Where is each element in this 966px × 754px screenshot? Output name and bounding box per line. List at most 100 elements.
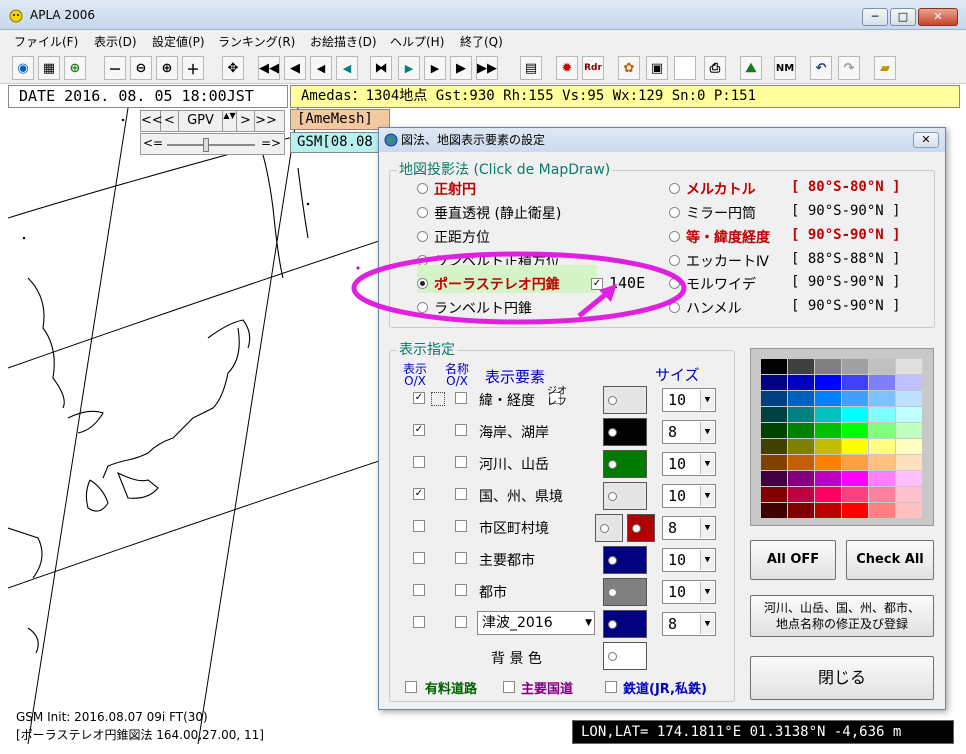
palette-color-cell[interactable] — [761, 375, 787, 390]
radar-button[interactable]: Rdr — [582, 56, 604, 80]
palette-color-cell[interactable] — [869, 503, 895, 518]
palette-color-cell[interactable] — [815, 391, 841, 406]
chevron-down-icon[interactable]: ▼ — [700, 454, 714, 474]
table-icon[interactable]: ▤ — [520, 56, 542, 80]
palette-color-cell[interactable] — [788, 375, 814, 390]
menu-settings[interactable]: 設定値(P) — [152, 33, 205, 50]
palette-color-cell[interactable] — [869, 471, 895, 486]
palette-color-cell[interactable] — [896, 407, 922, 422]
paint-palette-icon[interactable]: ✿ — [618, 56, 640, 80]
redo-icon[interactable]: ↷ — [838, 56, 860, 80]
palette-color-cell[interactable] — [869, 359, 895, 374]
row-show-checkbox[interactable]: ✓ — [413, 392, 425, 404]
slider-left-button[interactable]: <= — [143, 136, 163, 150]
palette-color-cell[interactable] — [788, 455, 814, 470]
palette-color-cell[interactable] — [896, 391, 922, 406]
minimize-button[interactable]: ─ — [862, 8, 888, 26]
next-step-icon[interactable]: ▶ — [398, 56, 420, 80]
row-color-swatch[interactable] — [627, 514, 655, 542]
proj-miller[interactable]: ミラー円筒 — [669, 203, 756, 223]
palette-color-cell[interactable] — [761, 439, 787, 454]
row-show-checkbox[interactable]: ✓ — [413, 488, 425, 500]
radio[interactable] — [417, 230, 428, 242]
menu-file[interactable]: ファイル(F) — [14, 33, 78, 50]
palette-color-cell[interactable] — [842, 439, 868, 454]
radio[interactable] — [669, 230, 680, 242]
zoom-out-icon[interactable]: ⊖ — [130, 56, 152, 80]
edit-names-button[interactable]: 河川、山岳、国、州、都市、 地点名称の修正及び登録 — [750, 595, 934, 637]
dialog-close-button[interactable]: ✕ — [913, 132, 939, 148]
palette-color-cell[interactable] — [869, 391, 895, 406]
palette-color-cell[interactable] — [869, 455, 895, 470]
printer-icon[interactable]: ⎙ — [704, 56, 726, 80]
row-color-swatch-secondary[interactable] — [595, 514, 623, 542]
slider-track[interactable] — [167, 144, 255, 146]
chevron-down-icon[interactable]: ▼ — [585, 612, 592, 634]
palette-color-cell[interactable] — [788, 391, 814, 406]
center-target-icon[interactable]: ✥ — [222, 56, 244, 80]
blank-page-icon[interactable] — [674, 56, 696, 80]
palette-color-cell[interactable] — [896, 359, 922, 374]
menu-view[interactable]: 表示(D) — [94, 33, 137, 50]
row-color-swatch[interactable] — [603, 450, 647, 478]
palette-color-cell[interactable] — [788, 503, 814, 518]
palette-color-cell[interactable] — [842, 487, 868, 502]
row-show-checkbox[interactable] — [413, 456, 425, 468]
open-folder-icon[interactable]: ▰ — [874, 56, 896, 80]
palette-color-cell[interactable] — [815, 359, 841, 374]
chevron-down-icon[interactable]: ▼ — [700, 518, 714, 538]
palette-color-cell[interactable] — [842, 503, 868, 518]
gpv-first-button[interactable]: << — [141, 111, 163, 131]
row-name-checkbox[interactable] — [455, 584, 467, 596]
close-window-button[interactable]: ✕ — [918, 8, 958, 26]
row-color-swatch[interactable] — [603, 546, 647, 574]
row-color-swatch[interactable] — [603, 386, 647, 414]
palette-color-cell[interactable] — [761, 359, 787, 374]
next-icon[interactable]: ▶ — [424, 56, 446, 80]
row-show-checkbox[interactable] — [413, 616, 425, 628]
palette-color-cell[interactable] — [842, 375, 868, 390]
row-color-swatch[interactable] — [603, 578, 647, 606]
palette-color-cell[interactable] — [788, 487, 814, 502]
last-frame-icon[interactable]: ▶▶ — [476, 56, 498, 80]
row-show-checkbox[interactable] — [413, 584, 425, 596]
menu-help[interactable]: ヘルプ(H) — [390, 33, 444, 50]
row-name-checkbox[interactable] — [455, 552, 467, 564]
palette-color-cell[interactable] — [815, 455, 841, 470]
palette-color-cell[interactable] — [842, 407, 868, 422]
dialog-close-main-button[interactable]: 閉じる — [750, 656, 934, 700]
row-size-select[interactable]: 10 ▼ — [662, 548, 716, 572]
palette-color-cell[interactable] — [842, 455, 868, 470]
palette-color-cell[interactable] — [869, 487, 895, 502]
palette-color-cell[interactable] — [869, 439, 895, 454]
palette-color-cell[interactable] — [869, 375, 895, 390]
zoom-out-small-icon[interactable]: － — [104, 56, 126, 80]
map-image-icon[interactable]: ⛰ — [740, 56, 762, 80]
prev-icon[interactable]: ◀ — [310, 56, 332, 80]
palette-color-cell[interactable] — [815, 407, 841, 422]
palette-color-cell[interactable] — [761, 455, 787, 470]
row-name-checkbox[interactable] — [455, 424, 467, 436]
maximize-button[interactable]: □ — [890, 8, 916, 26]
row-name-checkbox[interactable] — [455, 520, 467, 532]
proj-orthographic[interactable]: 正射円 — [417, 179, 476, 199]
palette-color-cell[interactable] — [815, 471, 841, 486]
palette-color-cell[interactable] — [842, 359, 868, 374]
proj-azimuthal-equidistant[interactable]: 正距方位 — [417, 227, 490, 247]
gpv-spinner[interactable]: ▲▼ — [223, 111, 237, 131]
proj-vertical-perspective[interactable]: 垂直透視 (静止衛星) — [417, 203, 561, 223]
chevron-down-icon[interactable]: ▼ — [700, 582, 714, 602]
radio[interactable] — [417, 182, 428, 194]
row-size-select[interactable]: 8 ▼ — [662, 612, 716, 636]
tsunami-select[interactable]: 津波_2016 ▼ — [477, 611, 595, 635]
chevron-down-icon[interactable]: ▼ — [700, 614, 714, 634]
palette-color-cell[interactable] — [815, 503, 841, 518]
palette-color-cell[interactable] — [896, 439, 922, 454]
palette-color-cell[interactable] — [896, 487, 922, 502]
gpv-last-button[interactable]: >> — [255, 111, 277, 131]
palette-color-cell[interactable] — [842, 391, 868, 406]
zoom-globe-icon[interactable]: ⊕ — [64, 56, 86, 80]
chevron-down-icon[interactable]: ▼ — [700, 422, 714, 442]
palette-color-cell[interactable] — [842, 423, 868, 438]
chevron-down-icon[interactable]: ▼ — [700, 550, 714, 570]
